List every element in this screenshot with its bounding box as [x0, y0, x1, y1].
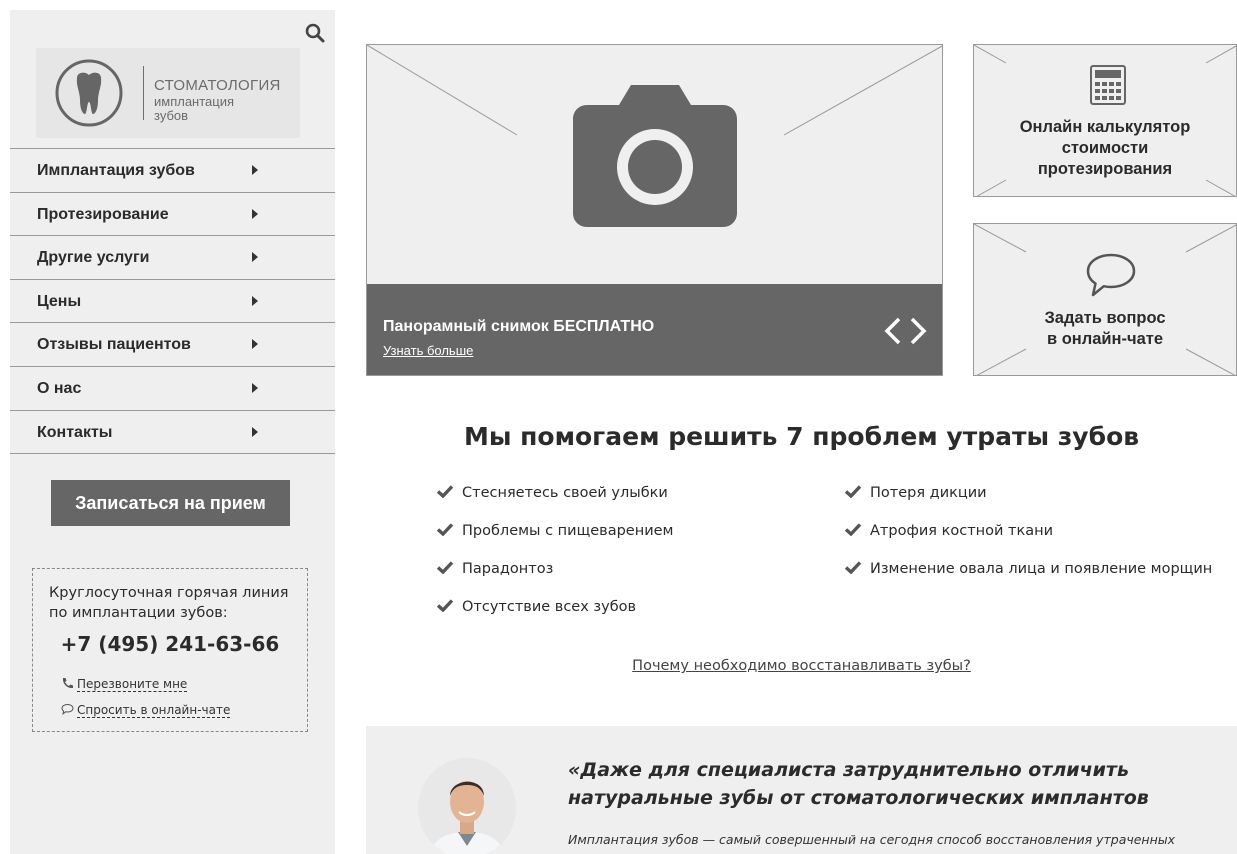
triangle-right-icon: [252, 295, 258, 306]
callback-link[interactable]: Перезвоните мне: [61, 677, 188, 692]
calculator-card[interactable]: Онлайн калькулятор стоимости протезирова…: [973, 44, 1237, 197]
problem-item-label: Отсутствие всех зубов: [462, 599, 637, 615]
triangle-right-icon: [252, 252, 258, 263]
menu-item-label: О нас: [37, 379, 82, 397]
sidebar: СТОМАТОЛОГИЯ имплантация зубов Имплантац…: [10, 10, 335, 854]
chat-bubble-icon: [1086, 253, 1136, 297]
problem-item: Стесняетесь своей улыбки: [436, 484, 668, 501]
phone-icon: [62, 678, 73, 689]
problem-item: Отсутствие всех зубов: [436, 598, 636, 615]
logo-subtitle-line2: зубов: [154, 108, 189, 123]
menu-item-other-services[interactable]: Другие услуги: [10, 236, 335, 280]
checkmark-icon: [436, 523, 454, 536]
menu-item-reviews[interactable]: Отзывы пациентов: [10, 323, 335, 367]
problem-item: Атрофия костной ткани: [844, 522, 1053, 539]
logo-subtitle-line1: имплантация: [154, 94, 235, 109]
chat-link[interactable]: Спросить в онлайн-чате: [61, 703, 231, 718]
menu-item-label: Контакты: [37, 423, 113, 441]
menu-item-label: Имплантация зубов: [37, 162, 195, 179]
problem-item: Парадонтоз: [436, 560, 553, 577]
problem-item-label: Стесняетесь своей улыбки: [462, 485, 668, 501]
menu-item-about[interactable]: О нас: [10, 367, 335, 411]
problem-item-label: Потеря дикции: [870, 485, 987, 501]
checkmark-icon: [844, 523, 862, 536]
why-restore-teeth-link[interactable]: Почему необходимо восстанавливать зубы?: [632, 658, 971, 674]
hotline-box: Круглосуточная горячая линия по импланта…: [32, 568, 308, 732]
logo-title: СТОМАТОЛОГИЯ: [154, 77, 281, 94]
quote-text: Имплантация зубов — самый совершенный на…: [568, 832, 1176, 847]
menu-item-contacts[interactable]: Контакты: [10, 411, 335, 455]
menu-item-label: Отзывы пациентов: [37, 336, 191, 354]
triangle-right-icon: [252, 382, 258, 393]
card-placeholder-lines: [974, 224, 1236, 375]
chat-bubble-icon: [61, 703, 74, 715]
calculator-card-title: Онлайн калькулятор стоимости протезирова…: [974, 117, 1236, 180]
menu-item-implantation[interactable]: Имплантация зубов: [10, 149, 335, 193]
doctor-quote-section: «Даже для специалиста затруднительно отл…: [366, 726, 1237, 854]
menu-item-label: Протезирование: [37, 205, 169, 223]
menu-item-label: Другие услуги: [37, 249, 150, 267]
tooth-icon: [55, 59, 123, 127]
problems-title: Мы помогаем решить 7 проблем утраты зубо…: [463, 422, 1140, 451]
online-chat-card-title: Задать вопрос в онлайн-чате: [974, 308, 1236, 350]
card-title-line: в онлайн-чате: [1046, 330, 1164, 348]
problem-item: Проблемы с пищеварением: [436, 522, 674, 539]
triangle-right-icon: [252, 426, 258, 437]
problem-item: Потеря дикции: [844, 484, 987, 501]
promo-slider: Панорамный снимок БЕСПЛАТНО Узнать больш…: [366, 44, 943, 376]
hotline-text: Круглосуточная горячая линия по импланта…: [49, 585, 289, 621]
logo-subtitle: имплантация зубов: [154, 95, 264, 123]
chevron-left-icon[interactable]: [882, 316, 904, 346]
menu-item-prosthetics[interactable]: Протезирование: [10, 193, 335, 237]
main-menu: Имплантация зубов Протезирование Другие …: [10, 148, 335, 455]
checkmark-icon: [844, 561, 862, 574]
logo[interactable]: СТОМАТОЛОГИЯ имплантация зубов: [36, 48, 300, 138]
book-appointment-button[interactable]: Записаться на прием: [51, 480, 290, 526]
menu-item-prices[interactable]: Цены: [10, 280, 335, 324]
slide-caption-bar: Панорамный снимок БЕСПЛАТНО Узнать больш…: [367, 284, 942, 375]
camera-icon: [573, 85, 737, 227]
checkmark-icon: [844, 485, 862, 498]
logo-divider: [143, 66, 144, 120]
doctor-avatar: [418, 758, 516, 854]
problem-item: Изменение овала лица и появление морщин: [844, 560, 1212, 577]
card-title-line: Онлайн калькулятор: [1019, 118, 1191, 136]
triangle-right-icon: [252, 165, 258, 175]
search-icon[interactable]: [304, 22, 326, 44]
doctor-photo: [418, 758, 516, 854]
online-chat-card[interactable]: Задать вопрос в онлайн-чате: [973, 223, 1237, 376]
slide-learn-more-link[interactable]: Узнать больше: [383, 343, 473, 358]
triangle-right-icon: [252, 339, 258, 350]
card-title-line: протезирования: [1037, 160, 1173, 178]
problem-item-label: Проблемы с пищеварением: [462, 523, 674, 539]
problem-item-label: Изменение овала лица и появление морщин: [870, 561, 1213, 577]
checkmark-icon: [436, 485, 454, 498]
card-title-line: Задать вопрос: [1044, 309, 1166, 327]
checkmark-icon: [436, 599, 454, 612]
card-title-line: стоимости: [1061, 139, 1149, 157]
hotline-phone[interactable]: +7 (495) 241-63-66: [33, 632, 307, 656]
chat-link-label: Спросить в онлайн-чате: [77, 703, 231, 718]
checkmark-icon: [436, 561, 454, 574]
menu-item-label: Цены: [37, 292, 82, 310]
problem-item-label: Парадонтоз: [462, 561, 554, 577]
slide-title: Панорамный снимок БЕСПЛАТНО: [383, 318, 655, 335]
callback-link-label: Перезвоните мне: [77, 677, 188, 692]
chevron-right-icon[interactable]: [907, 316, 929, 346]
quote-title: «Даже для специалиста затруднительно отл…: [568, 759, 1149, 809]
triangle-right-icon: [252, 208, 258, 219]
calculator-icon: [1090, 65, 1126, 105]
why-restore-teeth-link-row: Почему необходимо восстанавливать зубы?: [366, 658, 1237, 674]
problem-item-label: Атрофия костной ткани: [870, 523, 1054, 539]
